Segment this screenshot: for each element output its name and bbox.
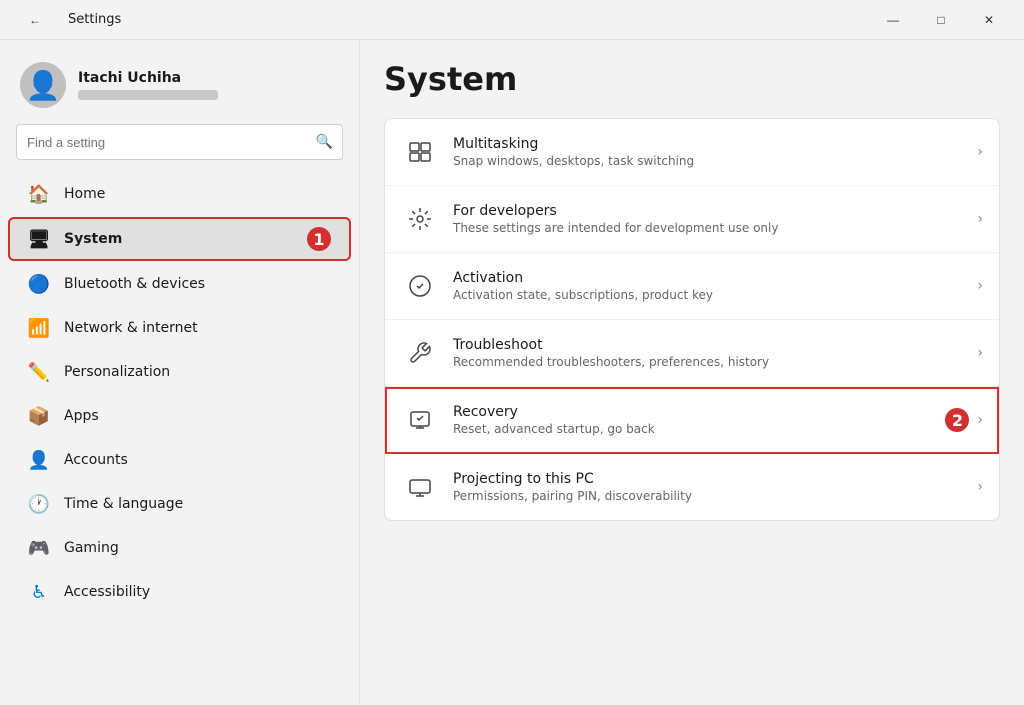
nav-label-gaming: Gaming bbox=[64, 540, 331, 556]
troubleshoot-text: Troubleshoot Recommended troubleshooters… bbox=[453, 337, 977, 369]
apps-icon: 📦 bbox=[28, 405, 50, 427]
accessibility-icon: ♿ bbox=[28, 581, 50, 603]
nav-item-apps[interactable]: 📦 Apps bbox=[8, 395, 351, 437]
projecting-chevron: › bbox=[977, 479, 983, 495]
maximize-button[interactable]: □ bbox=[918, 4, 964, 36]
nav-item-network[interactable]: 📶 Network & internet bbox=[8, 307, 351, 349]
settings-item-developers[interactable]: For developers These settings are intend… bbox=[385, 186, 999, 253]
projecting-title: Projecting to this PC bbox=[453, 471, 977, 487]
activation-desc: Activation state, subscriptions, product… bbox=[453, 288, 977, 302]
back-button[interactable]: ← bbox=[12, 4, 58, 36]
nav-label-accounts: Accounts bbox=[64, 452, 331, 468]
troubleshoot-title: Troubleshoot bbox=[453, 337, 977, 353]
settings-item-projecting[interactable]: Projecting to this PC Permissions, pairi… bbox=[385, 454, 999, 520]
nav-item-personalization[interactable]: ✏️ Personalization bbox=[8, 351, 351, 393]
annotation-2: 2 bbox=[945, 408, 969, 432]
troubleshoot-icon bbox=[401, 334, 439, 372]
multitasking-text: Multitasking Snap windows, desktops, tas… bbox=[453, 136, 977, 168]
nav-label-network: Network & internet bbox=[64, 320, 331, 336]
user-avatar-icon: 👤 bbox=[26, 69, 61, 102]
app-container: 👤 Itachi Uchiha 🔍 🏠 Home 🖥 System 1 🔵 Bl… bbox=[0, 40, 1024, 705]
home-icon: 🏠 bbox=[28, 183, 50, 205]
recovery-title: Recovery bbox=[453, 404, 937, 420]
nav-label-accessibility: Accessibility bbox=[64, 584, 331, 600]
settings-item-troubleshoot[interactable]: Troubleshoot Recommended troubleshooters… bbox=[385, 320, 999, 387]
recovery-desc: Reset, advanced startup, go back bbox=[453, 422, 937, 436]
nav-label-home: Home bbox=[64, 186, 331, 202]
nav-label-bluetooth: Bluetooth & devices bbox=[64, 276, 331, 292]
multitasking-title: Multitasking bbox=[453, 136, 977, 152]
developers-title: For developers bbox=[453, 203, 977, 219]
multitasking-chevron: › bbox=[977, 144, 983, 160]
minimize-button[interactable]: — bbox=[870, 4, 916, 36]
system-icon: 🖥 bbox=[28, 228, 50, 250]
activation-icon bbox=[401, 267, 439, 305]
developers-icon bbox=[401, 200, 439, 238]
main-content: System Multitasking Snap windows, deskto… bbox=[360, 40, 1024, 705]
nav-item-home[interactable]: 🏠 Home bbox=[8, 173, 351, 215]
annotation-1: 1 bbox=[307, 227, 331, 251]
nav-label-apps: Apps bbox=[64, 408, 331, 424]
multitasking-desc: Snap windows, desktops, task switching bbox=[453, 154, 977, 168]
troubleshoot-chevron: › bbox=[977, 345, 983, 361]
recovery-icon bbox=[401, 401, 439, 439]
projecting-text: Projecting to this PC Permissions, pairi… bbox=[453, 471, 977, 503]
nav-item-time[interactable]: 🕐 Time & language bbox=[8, 483, 351, 525]
user-section: 👤 Itachi Uchiha bbox=[0, 50, 359, 124]
nav-label-time: Time & language bbox=[64, 496, 331, 512]
nav-label-system: System bbox=[64, 231, 285, 247]
title-bar-left: ← Settings bbox=[12, 4, 121, 36]
page-title: System bbox=[384, 60, 1000, 98]
search-box: 🔍 bbox=[16, 124, 343, 160]
close-button[interactable]: ✕ bbox=[966, 4, 1012, 36]
settings-item-recovery[interactable]: Recovery Reset, advanced startup, go bac… bbox=[385, 387, 999, 454]
recovery-text: Recovery Reset, advanced startup, go bac… bbox=[453, 404, 937, 436]
activation-chevron: › bbox=[977, 278, 983, 294]
settings-item-activation[interactable]: Activation Activation state, subscriptio… bbox=[385, 253, 999, 320]
app-title: Settings bbox=[68, 12, 121, 27]
nav-item-gaming[interactable]: 🎮 Gaming bbox=[8, 527, 351, 569]
time-icon: 🕐 bbox=[28, 493, 50, 515]
user-name: Itachi Uchiha bbox=[78, 70, 218, 86]
nav-item-accessibility[interactable]: ♿ Accessibility bbox=[8, 571, 351, 613]
nav-label-personalization: Personalization bbox=[64, 364, 331, 380]
accounts-icon: 👤 bbox=[28, 449, 50, 471]
search-icon: 🔍 bbox=[316, 134, 333, 150]
search-input[interactable] bbox=[16, 124, 343, 160]
bluetooth-icon: 🔵 bbox=[28, 273, 50, 295]
avatar: 👤 bbox=[20, 62, 66, 108]
window-controls: — □ ✕ bbox=[870, 4, 1012, 36]
sidebar: 👤 Itachi Uchiha 🔍 🏠 Home 🖥 System 1 🔵 Bl… bbox=[0, 40, 360, 705]
title-bar: ← Settings — □ ✕ bbox=[0, 0, 1024, 40]
projecting-desc: Permissions, pairing PIN, discoverabilit… bbox=[453, 489, 977, 503]
settings-list: Multitasking Snap windows, desktops, tas… bbox=[384, 118, 1000, 521]
gaming-icon: 🎮 bbox=[28, 537, 50, 559]
nav-item-bluetooth[interactable]: 🔵 Bluetooth & devices bbox=[8, 263, 351, 305]
troubleshoot-desc: Recommended troubleshooters, preferences… bbox=[453, 355, 977, 369]
network-icon: 📶 bbox=[28, 317, 50, 339]
user-info: Itachi Uchiha bbox=[78, 70, 218, 100]
recovery-chevron: › bbox=[977, 412, 983, 428]
activation-text: Activation Activation state, subscriptio… bbox=[453, 270, 977, 302]
settings-item-multitasking[interactable]: Multitasking Snap windows, desktops, tas… bbox=[385, 119, 999, 186]
developers-chevron: › bbox=[977, 211, 983, 227]
nav-item-system[interactable]: 🖥 System 1 bbox=[8, 217, 351, 261]
activation-title: Activation bbox=[453, 270, 977, 286]
nav-item-accounts[interactable]: 👤 Accounts bbox=[8, 439, 351, 481]
projecting-icon bbox=[401, 468, 439, 506]
multitasking-icon bbox=[401, 133, 439, 171]
developers-text: For developers These settings are intend… bbox=[453, 203, 977, 235]
user-email-redacted bbox=[78, 90, 218, 100]
developers-desc: These settings are intended for developm… bbox=[453, 221, 977, 235]
personalization-icon: ✏️ bbox=[28, 361, 50, 383]
